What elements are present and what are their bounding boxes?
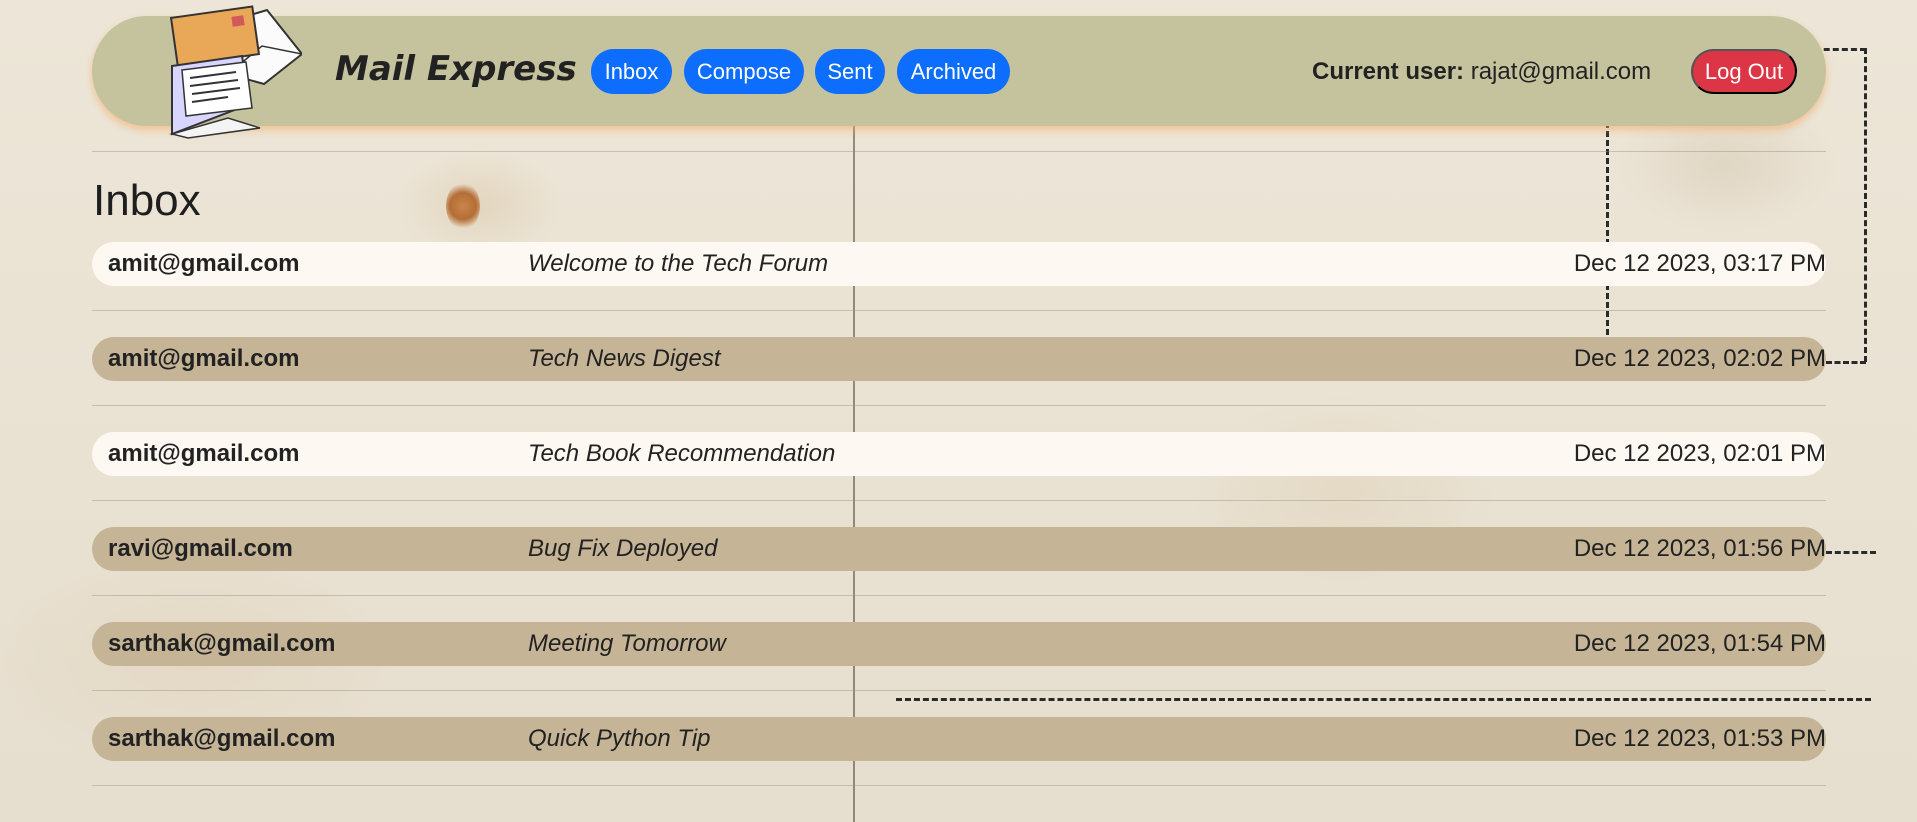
email-timestamp: Dec 12 2023, 01:54 PM <box>1573 630 1826 657</box>
divider <box>92 690 1826 691</box>
current-user-info: Current user: rajat@gmail.com <box>1312 58 1651 86</box>
email-subject: Tech News Digest <box>528 345 721 372</box>
current-user-label: Current user: <box>1312 58 1465 85</box>
email-subject: Tech Book Recommendation <box>528 440 836 467</box>
email-timestamp: Dec 12 2023, 02:02 PM <box>1573 345 1826 372</box>
divider <box>92 151 1826 152</box>
email-timestamp: Dec 12 2023, 01:53 PM <box>1573 725 1826 752</box>
email-subject: Welcome to the Tech Forum <box>528 250 829 277</box>
email-row[interactable]: sarthak@gmail.com Quick Python Tip Dec 1… <box>92 717 1826 761</box>
email-subject: Quick Python Tip <box>528 725 711 752</box>
divider <box>92 785 1826 786</box>
nav-archived-button[interactable]: Archived <box>897 49 1010 94</box>
email-row[interactable]: amit@gmail.com Tech Book Recommendation … <box>92 432 1826 476</box>
background-dashed-line <box>896 698 1871 701</box>
email-subject: Bug Fix Deployed <box>528 535 718 562</box>
email-sender: amit@gmail.com <box>108 345 300 372</box>
email-timestamp: Dec 12 2023, 03:17 PM <box>1573 250 1826 277</box>
divider <box>92 500 1826 501</box>
email-subject: Meeting Tomorrow <box>528 630 726 657</box>
app-title: Mail Express <box>335 49 577 89</box>
top-navbar: Mail Express Inbox Compose Sent Archived… <box>92 5 1826 139</box>
email-row[interactable]: ravi@gmail.com Bug Fix Deployed Dec 12 2… <box>92 527 1826 571</box>
envelope-letter-logo <box>169 5 302 139</box>
nav-inbox-button[interactable]: Inbox <box>591 49 672 94</box>
email-sender: ravi@gmail.com <box>108 535 293 562</box>
divider <box>92 405 1826 406</box>
email-row[interactable]: amit@gmail.com Welcome to the Tech Forum… <box>92 242 1826 286</box>
divider <box>92 595 1826 596</box>
current-user-email: rajat@gmail.com <box>1470 58 1652 85</box>
email-sender: amit@gmail.com <box>108 250 300 277</box>
background-dashed-line <box>1864 48 1867 362</box>
page-title: Inbox <box>93 176 201 225</box>
email-sender: sarthak@gmail.com <box>108 630 336 657</box>
nav-compose-button[interactable]: Compose <box>684 49 804 94</box>
email-timestamp: Dec 12 2023, 01:56 PM <box>1573 535 1826 562</box>
background-dashed-line <box>1826 551 1876 554</box>
nav-sent-button[interactable]: Sent <box>815 49 885 94</box>
email-row[interactable]: amit@gmail.com Tech News Digest Dec 12 2… <box>92 337 1826 381</box>
background-dashed-line <box>1826 361 1866 364</box>
email-sender: sarthak@gmail.com <box>108 725 336 752</box>
email-timestamp: Dec 12 2023, 02:01 PM <box>1573 440 1826 467</box>
logout-button[interactable]: Log Out <box>1691 49 1797 94</box>
email-sender: amit@gmail.com <box>108 440 300 467</box>
divider <box>92 310 1826 311</box>
email-row[interactable]: sarthak@gmail.com Meeting Tomorrow Dec 1… <box>92 622 1826 666</box>
